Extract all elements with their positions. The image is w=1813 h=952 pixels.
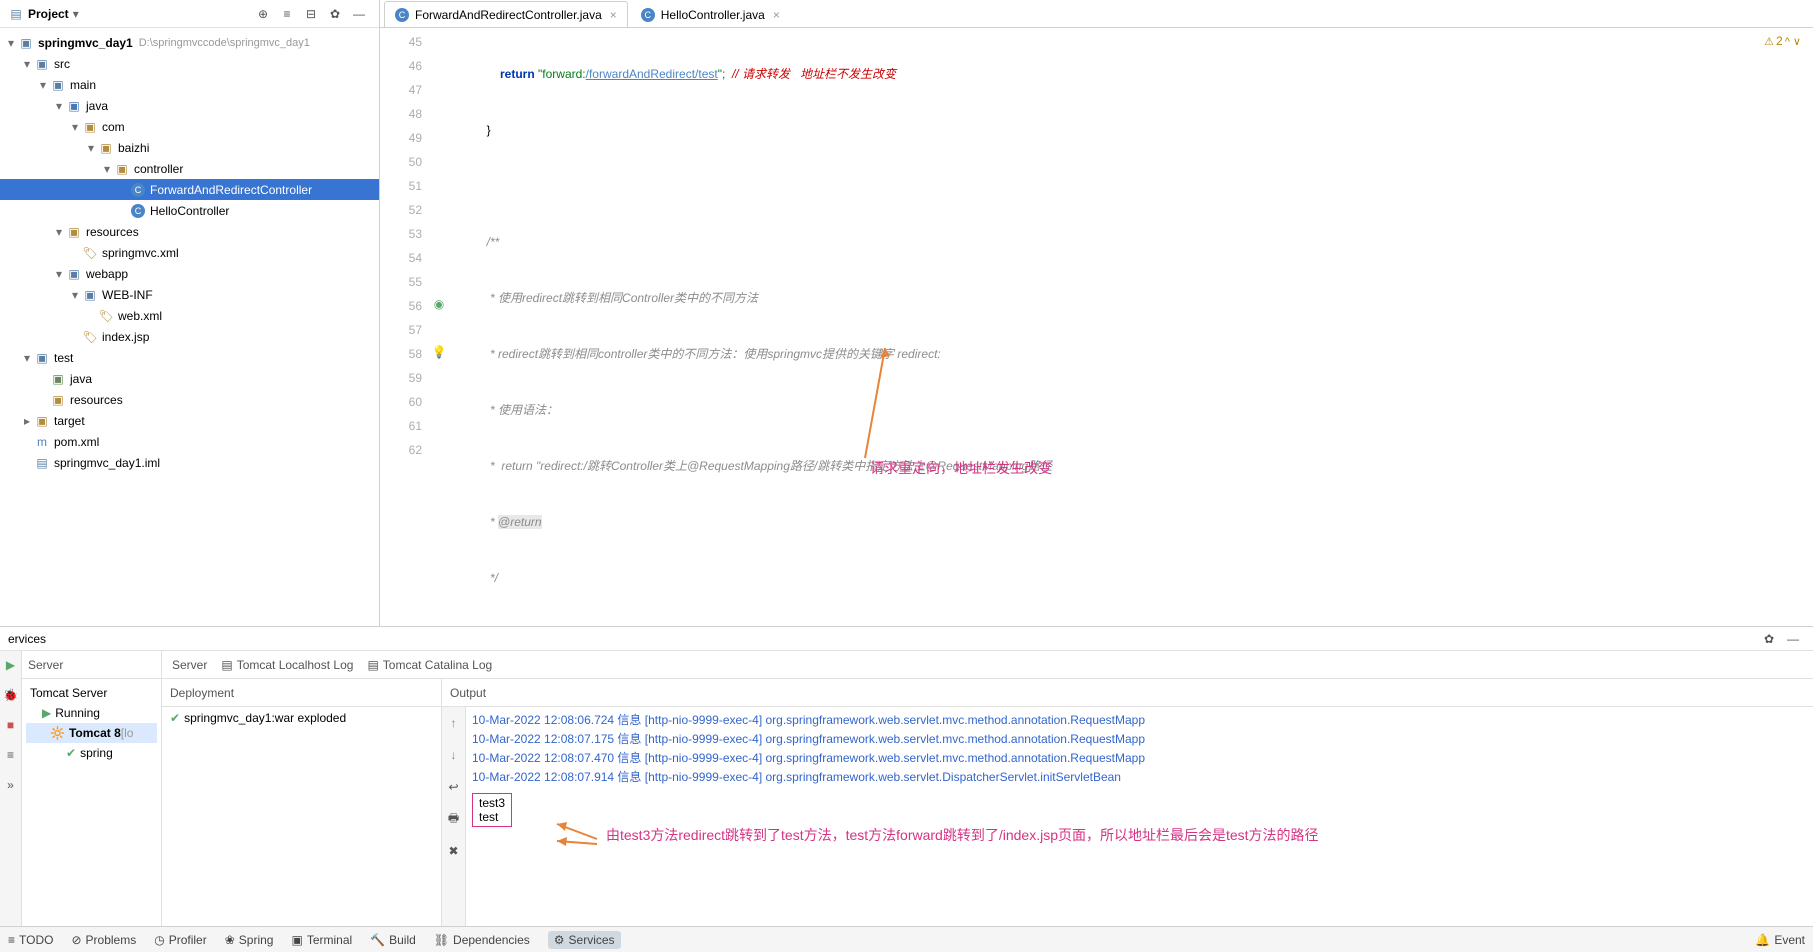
editor-tabs: CForwardAndRedirectController.java× CHel… bbox=[380, 0, 1813, 28]
tree-ctrl1[interactable]: ▾CForwardAndRedirectController bbox=[0, 179, 379, 200]
services-panel: ervices ✿ — ▶ 🐞 ■ ≡ » Server Tomcat Serv… bbox=[0, 626, 1813, 926]
editor-area: CForwardAndRedirectController.java× CHel… bbox=[380, 0, 1813, 626]
tab-forward-controller[interactable]: CForwardAndRedirectController.java× bbox=[384, 1, 628, 27]
project-panel: ▤ Project ▾ ⊕ ≡ ⊟ ✿ — ▾▣springmvc_day1D:… bbox=[0, 0, 380, 626]
tree-root[interactable]: ▾▣springmvc_day1D:\springmvccode\springm… bbox=[0, 32, 379, 53]
tool-services[interactable]: ⚙ Services bbox=[548, 931, 621, 949]
print-icon[interactable]: 🖶 bbox=[444, 809, 464, 829]
code-content[interactable]: return "forward:/forwardAndRedirect/test… bbox=[448, 28, 1813, 626]
run-icon[interactable]: ▶ bbox=[1, 655, 21, 675]
annotation-1: 请求重定向，地址栏发生改变 bbox=[870, 458, 1052, 478]
svc-row-spring[interactable]: ✔spring bbox=[26, 743, 157, 763]
scroll-down-icon[interactable]: ↓ bbox=[444, 745, 464, 765]
deployment-item[interactable]: ✔springmvc_day1:war exploded bbox=[170, 711, 433, 725]
result-box: test3 test bbox=[472, 793, 512, 827]
filter-icon[interactable]: ≡ bbox=[1, 745, 21, 765]
gear-icon[interactable]: ✿ bbox=[325, 4, 345, 24]
console-output[interactable]: 10-Mar-2022 12:08:06.724 信息 [http-nio-99… bbox=[466, 707, 1813, 926]
project-icon: ▤ bbox=[8, 6, 24, 22]
tree-src[interactable]: ▾▣src bbox=[0, 53, 379, 74]
code-editor[interactable]: ⚠ 2 ^ ∨ 45464748495051525354555657585960… bbox=[380, 28, 1813, 626]
tree-springmvcxml[interactable]: ▾🏷springmvc.xml bbox=[0, 242, 379, 263]
tree-java[interactable]: ▾▣java bbox=[0, 95, 379, 116]
services-header[interactable]: ervices ✿ — bbox=[0, 627, 1813, 651]
services-tree[interactable]: Tomcat Server ▶Running 🔆Tomcat 8 [lo ✔sp… bbox=[22, 679, 161, 926]
tree-main[interactable]: ▾▣main bbox=[0, 74, 379, 95]
close-icon[interactable]: × bbox=[610, 8, 617, 22]
tool-todo[interactable]: ≡ TODO bbox=[8, 933, 53, 947]
services-toolbar: ▶ 🐞 ■ ≡ » bbox=[0, 651, 22, 926]
gear-icon[interactable]: ✿ bbox=[1759, 629, 1779, 649]
tab-server2[interactable]: Server bbox=[172, 658, 207, 672]
tree-iml[interactable]: ▾▤springmvc_day1.iml bbox=[0, 452, 379, 473]
project-tree[interactable]: ▾▣springmvc_day1D:\springmvccode\springm… bbox=[0, 28, 379, 626]
root-label: springmvc_day1 bbox=[38, 36, 133, 50]
tree-testjava[interactable]: ▾▣java bbox=[0, 368, 379, 389]
project-label: Project bbox=[28, 7, 69, 21]
tree-baizhi[interactable]: ▾▣baizhi bbox=[0, 137, 379, 158]
chevron-down-icon: ▾ bbox=[73, 7, 79, 21]
svc-row-tomcat-server[interactable]: Tomcat Server bbox=[26, 683, 157, 703]
svc-row-tomcat8[interactable]: 🔆Tomcat 8 [lo bbox=[26, 723, 157, 743]
tree-target[interactable]: ▸▣target bbox=[0, 410, 379, 431]
output-panel: Output ↑ ↓ ↩ 🖶 ✖ 10-Mar-2022 12:08:06.72… bbox=[442, 679, 1813, 926]
bulb-icon[interactable]: 💡 bbox=[432, 345, 447, 359]
root-path: D:\springmvccode\springmvc_day1 bbox=[139, 37, 310, 49]
services-tree-panel: Server Tomcat Server ▶Running 🔆Tomcat 8 … bbox=[22, 651, 162, 926]
tool-problems[interactable]: ⊘ Problems bbox=[71, 933, 136, 947]
bottom-toolbar: ≡ TODO ⊘ Problems ◷ Profiler ❀ Spring ▣ … bbox=[0, 926, 1813, 952]
tab-catalina-log[interactable]: ▤Tomcat Catalina Log bbox=[367, 658, 492, 672]
more-icon[interactable]: » bbox=[1, 775, 21, 795]
tree-testres[interactable]: ▾▣resources bbox=[0, 389, 379, 410]
tree-webxml[interactable]: ▾🏷web.xml bbox=[0, 305, 379, 326]
collapse-icon[interactable]: ⊟ bbox=[301, 4, 321, 24]
tree-indexjsp[interactable]: ▾🏷index.jsp bbox=[0, 326, 379, 347]
line-gutter: 454647484950515253545556575859606162 bbox=[380, 28, 430, 626]
tool-dependencies[interactable]: ⛓ Dependencies bbox=[434, 933, 530, 947]
clear-icon[interactable]: ✖ bbox=[444, 841, 464, 861]
tab-hello-controller[interactable]: CHelloController.java× bbox=[630, 1, 791, 27]
tree-controller[interactable]: ▾▣controller bbox=[0, 158, 379, 179]
output-header: Output bbox=[442, 679, 1813, 707]
hide-icon[interactable]: — bbox=[349, 4, 369, 24]
warning-badge[interactable]: ⚠ 2 ^ ∨ bbox=[1764, 34, 1801, 48]
tree-resources[interactable]: ▾▣resources bbox=[0, 221, 379, 242]
stop-icon[interactable]: ■ bbox=[1, 715, 21, 735]
hide-icon[interactable]: — bbox=[1783, 629, 1803, 649]
tool-event[interactable]: 🔔 Event bbox=[1755, 933, 1805, 947]
scroll-up-icon[interactable]: ↑ bbox=[444, 713, 464, 733]
tree-webinf[interactable]: ▾▣WEB-INF bbox=[0, 284, 379, 305]
soft-wrap-icon[interactable]: ↩ bbox=[444, 777, 464, 797]
debug-icon[interactable]: 🐞 bbox=[1, 685, 21, 705]
expand-icon[interactable]: ≡ bbox=[277, 4, 297, 24]
tree-ctrl2[interactable]: ▾CHelloController bbox=[0, 200, 379, 221]
close-icon[interactable]: × bbox=[773, 8, 780, 22]
tab-server[interactable]: Server bbox=[28, 658, 63, 672]
deployment-panel: Deployment ✔springmvc_day1:war exploded bbox=[162, 679, 442, 926]
tree-com[interactable]: ▾▣com bbox=[0, 116, 379, 137]
tree-pom[interactable]: ▾mpom.xml bbox=[0, 431, 379, 452]
svc-row-running[interactable]: ▶Running bbox=[26, 703, 157, 723]
locate-icon[interactable]: ⊕ bbox=[253, 4, 273, 24]
tree-test[interactable]: ▾▣test bbox=[0, 347, 379, 368]
deployment-header: Deployment bbox=[162, 679, 441, 707]
tool-spring[interactable]: ❀ Spring bbox=[225, 933, 274, 947]
project-header[interactable]: ▤ Project ▾ ⊕ ≡ ⊟ ✿ — bbox=[0, 0, 379, 28]
tab-localhost-log[interactable]: ▤Tomcat Localhost Log bbox=[221, 658, 353, 672]
tool-terminal[interactable]: ▣ Terminal bbox=[291, 933, 352, 947]
run-gutter-icon[interactable]: ◉ bbox=[434, 297, 444, 311]
tree-webapp[interactable]: ▾▣webapp bbox=[0, 263, 379, 284]
annotation-arrow-2 bbox=[552, 819, 602, 849]
annotation-2: 由test3方法redirect跳转到了test方法，test方法forward… bbox=[606, 825, 1319, 845]
tool-build[interactable]: 🔨 Build bbox=[370, 933, 416, 947]
gutter-icons: ◉ 💡 bbox=[430, 28, 448, 626]
tool-profiler[interactable]: ◷ Profiler bbox=[154, 933, 207, 947]
output-toolbar: ↑ ↓ ↩ 🖶 ✖ bbox=[442, 707, 466, 926]
